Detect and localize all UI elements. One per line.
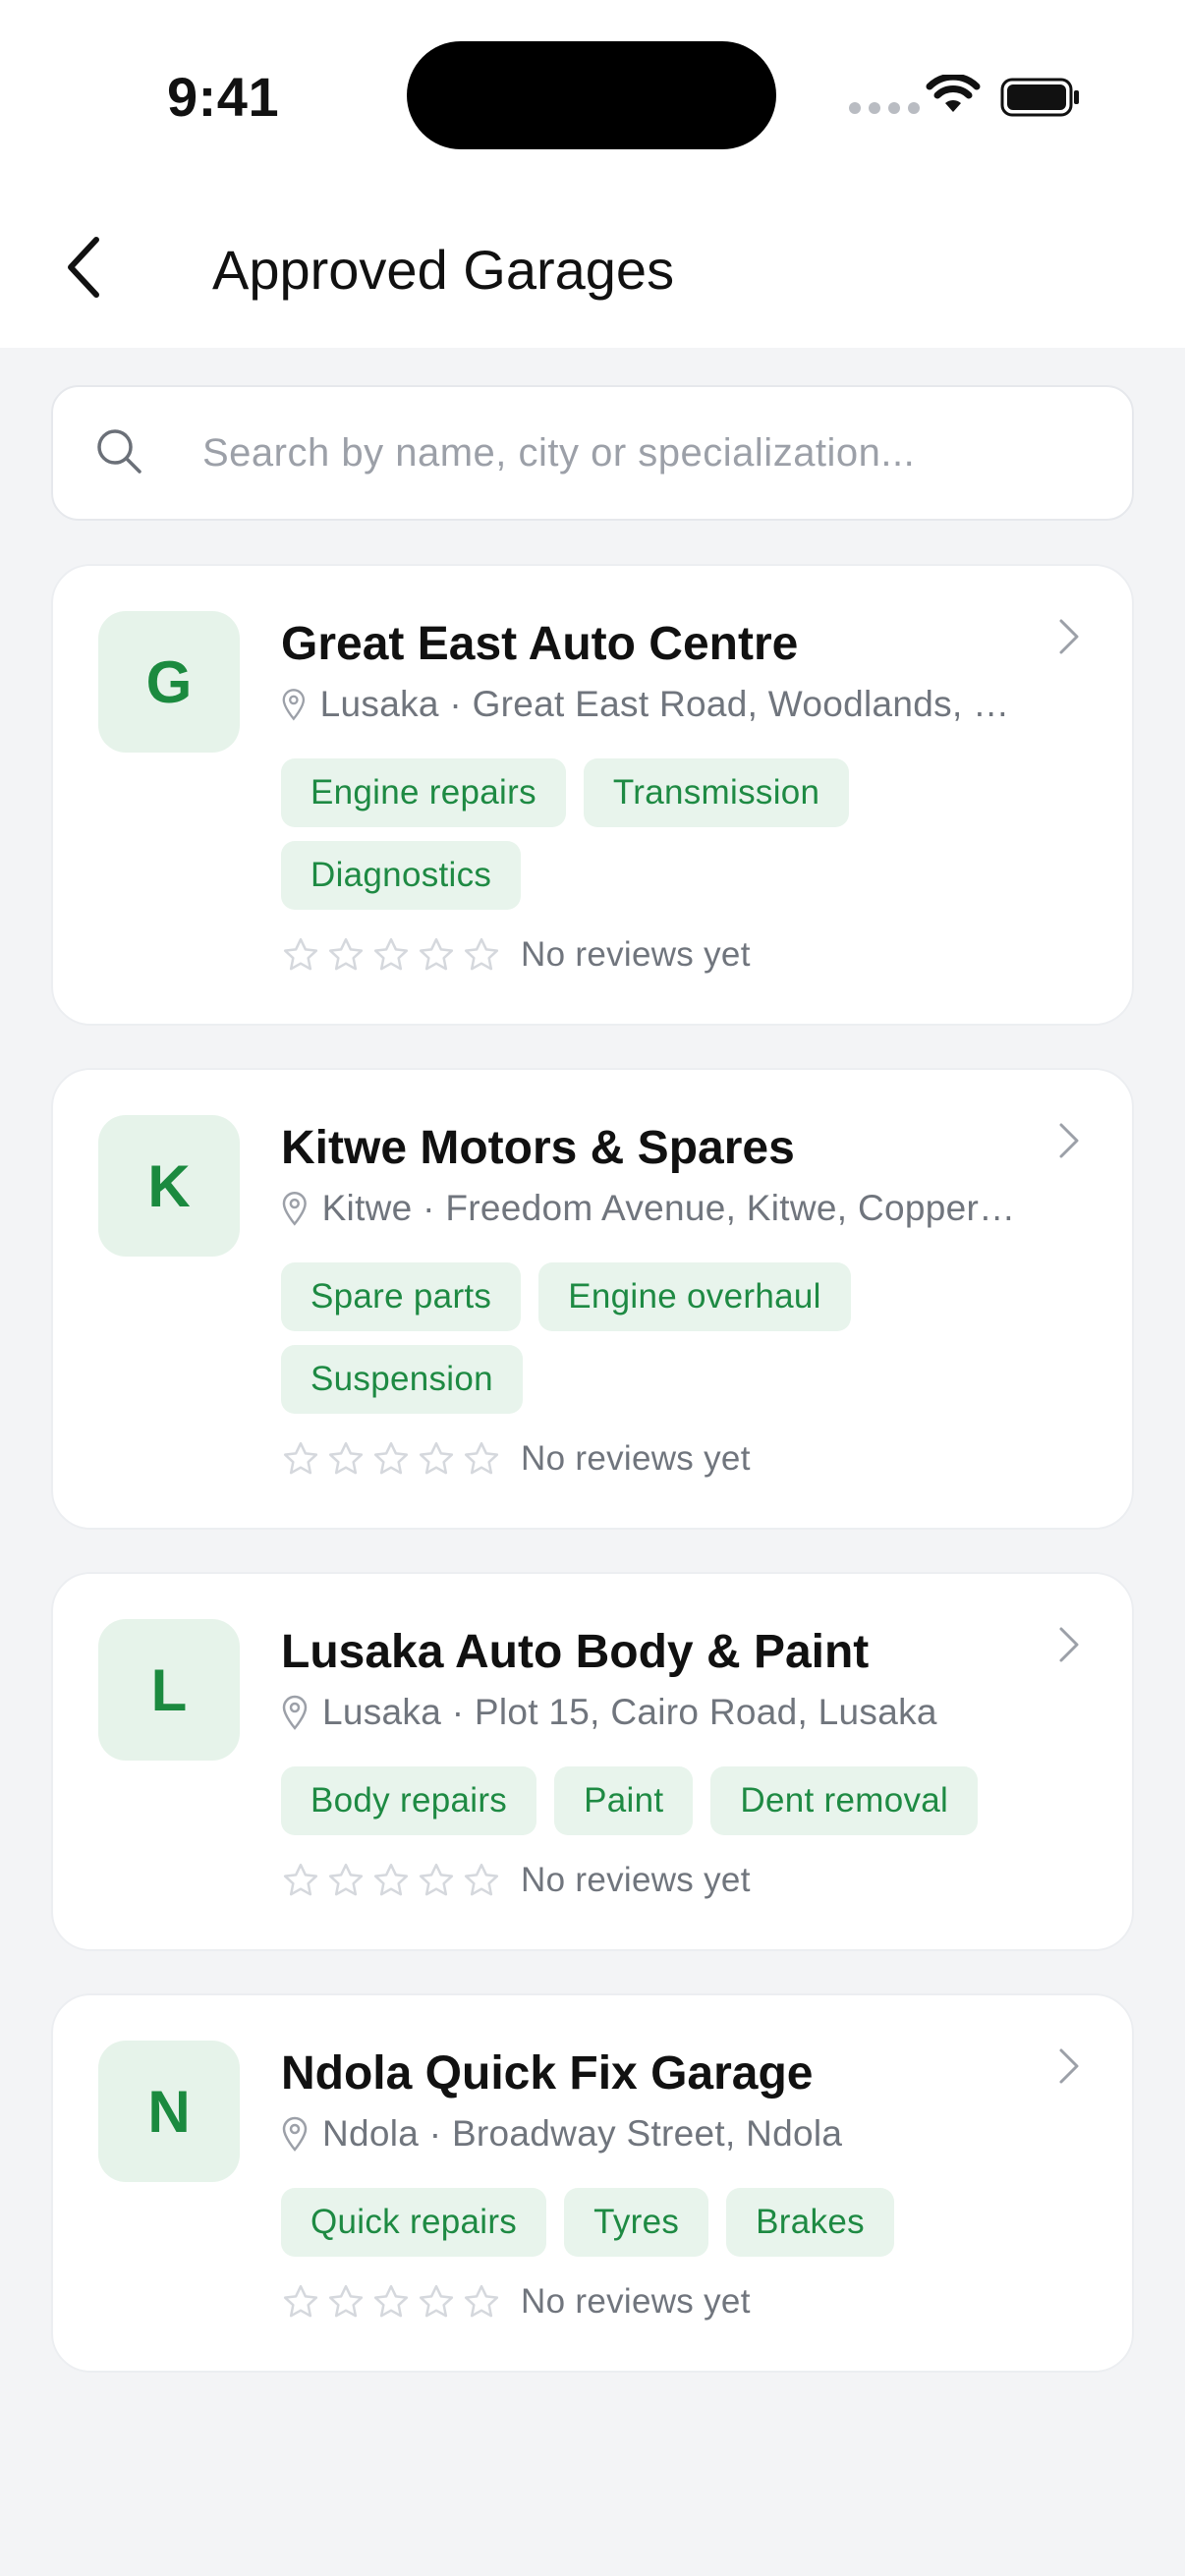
chevron-right-icon [1059,1627,1079,1662]
garage-name: Great East Auto Centre [281,618,799,670]
garage-location: Lusaka · Plot 15, Cairo Road, Lusaka [281,1692,1028,1733]
garage-location-text: Lusaka · Great East Road, Woodlands, Lus… [319,684,1028,724]
specialization-tag: Transmission [583,758,850,827]
garage-avatar: L [98,1619,240,1761]
garage-card[interactable]: G Great East Auto Centre Lusaka · Great … [51,564,1134,1026]
star-icon [373,1441,409,1475]
star-icon [283,1863,318,1896]
garage-card[interactable]: L Lusaka Auto Body & Paint Lusaka · Plot… [51,1572,1134,1951]
map-pin-icon [282,2116,308,2152]
garage-location: Kitwe · Freedom Avenue, Kitwe, Copperbel… [281,1188,1028,1229]
search-icon [97,429,141,474]
specialization-tag: Paint [554,1766,694,1835]
rating-row: No reviews yet [281,1439,751,1479]
star-icon [419,1441,454,1475]
status-bar: 9:41 [0,0,1185,187]
star-rating [281,1439,501,1479]
specialization-tag: Suspension [281,1345,523,1414]
garage-avatar: N [98,2041,240,2182]
star-icon [283,1441,318,1475]
cellular-signal-icon [849,102,920,114]
specialization-tag: Engine overhaul [538,1262,851,1331]
star-icon [464,2284,499,2318]
specialization-tags: Quick repairs Tyres Brakes [281,2188,1087,2257]
garage-avatar: K [98,1115,240,1257]
rating-text: No reviews yet [521,2282,751,2321]
map-pin-icon [282,689,306,721]
specialization-tag: Quick repairs [281,2188,547,2257]
rating-text: No reviews yet [521,1861,751,1899]
dynamic-island [407,41,776,149]
battery-icon [1000,78,1079,117]
star-icon [419,1863,454,1896]
star-icon [283,937,318,971]
star-icon [283,2284,318,2318]
star-icon [419,937,454,971]
garage-location-text: Lusaka · Plot 15, Cairo Road, Lusaka [322,1692,937,1732]
star-rating [281,2282,501,2322]
specialization-tags: Spare parts Engine overhaul Suspension [281,1262,1087,1414]
rating-row: No reviews yet [281,1861,751,1900]
specialization-tags: Engine repairs Transmission Diagnostics [281,758,1087,910]
star-icon [464,1863,499,1896]
search-input[interactable] [202,387,1087,519]
specialization-tag: Diagnostics [281,841,522,910]
specialization-tags: Body repairs Paint Dent removal [281,1766,1087,1835]
chevron-right-icon [1059,619,1079,654]
garage-location: Ndola · Broadway Street, Ndola [281,2113,1028,2155]
garage-location-text: Ndola · Broadway Street, Ndola [322,2113,843,2154]
chevron-left-icon [68,237,99,298]
rating-text: No reviews yet [521,1439,751,1478]
garage-location: Lusaka · Great East Road, Woodlands, Lus… [281,684,1028,725]
specialization-tag: Brakes [726,2188,894,2257]
rating-row: No reviews yet [281,2282,751,2322]
rating-row: No reviews yet [281,935,751,975]
status-time: 9:41 [167,66,280,128]
star-icon [328,1441,364,1475]
star-icon [373,937,409,971]
star-icon [464,937,499,971]
garage-name: Kitwe Motors & Spares [281,1122,795,1174]
specialization-tag: Engine repairs [281,758,566,827]
back-button[interactable] [55,228,114,307]
star-icon [373,1863,409,1896]
specialization-tag: Spare parts [281,1262,522,1331]
star-icon [328,1863,364,1896]
garage-avatar: G [98,611,240,753]
wifi-icon [926,75,981,112]
star-rating [281,935,501,975]
map-pin-icon [282,1695,308,1730]
garage-card[interactable]: K Kitwe Motors & Spares Kitwe · Freedom … [51,1068,1134,1530]
star-icon [328,937,364,971]
star-rating [281,1861,501,1900]
map-pin-icon [282,1192,307,1226]
chevron-right-icon [1059,2048,1079,2084]
garage-name: Ndola Quick Fix Garage [281,2047,814,2100]
garage-location-text: Kitwe · Freedom Avenue, Kitwe, Copperbel… [321,1188,1028,1228]
star-icon [328,2284,364,2318]
star-icon [464,1441,499,1475]
garage-card[interactable]: N Ndola Quick Fix Garage Ndola · Broadwa… [51,1993,1134,2373]
app-header: Approved Garages [0,187,1185,348]
garage-name: Lusaka Auto Body & Paint [281,1626,870,1678]
rating-text: No reviews yet [521,935,751,974]
chevron-right-icon [1059,1123,1079,1158]
star-icon [419,2284,454,2318]
specialization-tag: Dent removal [710,1766,979,1835]
specialization-tag: Body repairs [281,1766,537,1835]
specialization-tag: Tyres [564,2188,709,2257]
page-title: Approved Garages [212,239,675,301]
search-bar[interactable] [51,385,1134,521]
star-icon [373,2284,409,2318]
